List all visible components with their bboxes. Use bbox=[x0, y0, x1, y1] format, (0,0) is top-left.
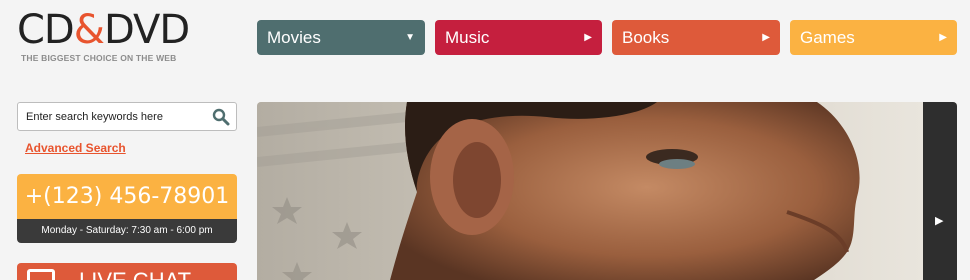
hero-banner: ▶ bbox=[257, 102, 957, 280]
opening-hours: Monday - Saturday: 7:30 am - 6:00 pm bbox=[17, 219, 237, 243]
hero-image bbox=[257, 102, 923, 280]
advanced-search-link[interactable]: Advanced Search bbox=[25, 141, 126, 155]
banner-next-button[interactable]: ▶ bbox=[923, 102, 957, 280]
nav-movies-label: Movies bbox=[267, 28, 321, 47]
chevron-right-icon: ▶ bbox=[762, 32, 770, 43]
nav-books-label: Books bbox=[622, 28, 670, 47]
logo-tagline: THE BIGGEST CHOICE ON THE WEB bbox=[21, 53, 177, 63]
chevron-down-icon: ▼ bbox=[405, 32, 415, 43]
nav-games-label: Games bbox=[800, 28, 855, 47]
search-icon[interactable] bbox=[212, 108, 230, 126]
search-box bbox=[17, 102, 237, 131]
chevron-right-icon: ▶ bbox=[935, 215, 944, 227]
contact-box: +(123) 456-78901 Monday - Saturday: 7:30… bbox=[17, 174, 237, 243]
phone-number: +(123) 456-78901 bbox=[17, 174, 237, 219]
chevron-right-icon: ▶ bbox=[939, 32, 947, 43]
site-logo[interactable]: CD&DVD THE BIGGEST CHOICE ON THE WEB bbox=[17, 8, 217, 63]
live-chat-label: LIVE CHAT bbox=[79, 268, 191, 280]
chat-icon bbox=[27, 269, 55, 280]
chevron-right-icon: ▶ bbox=[584, 32, 592, 43]
nav-books[interactable]: Books ▶ bbox=[612, 20, 780, 55]
logo-wordmark: CD&DVD bbox=[17, 7, 190, 53]
search-input[interactable] bbox=[18, 103, 198, 130]
nav-movies[interactable]: Movies ▼ bbox=[257, 20, 425, 55]
nav-games[interactable]: Games ▶ bbox=[790, 20, 957, 55]
nav-music[interactable]: Music ▶ bbox=[435, 20, 602, 55]
nav-music-label: Music bbox=[445, 28, 490, 47]
live-chat-button[interactable]: LIVE CHAT bbox=[17, 263, 237, 280]
